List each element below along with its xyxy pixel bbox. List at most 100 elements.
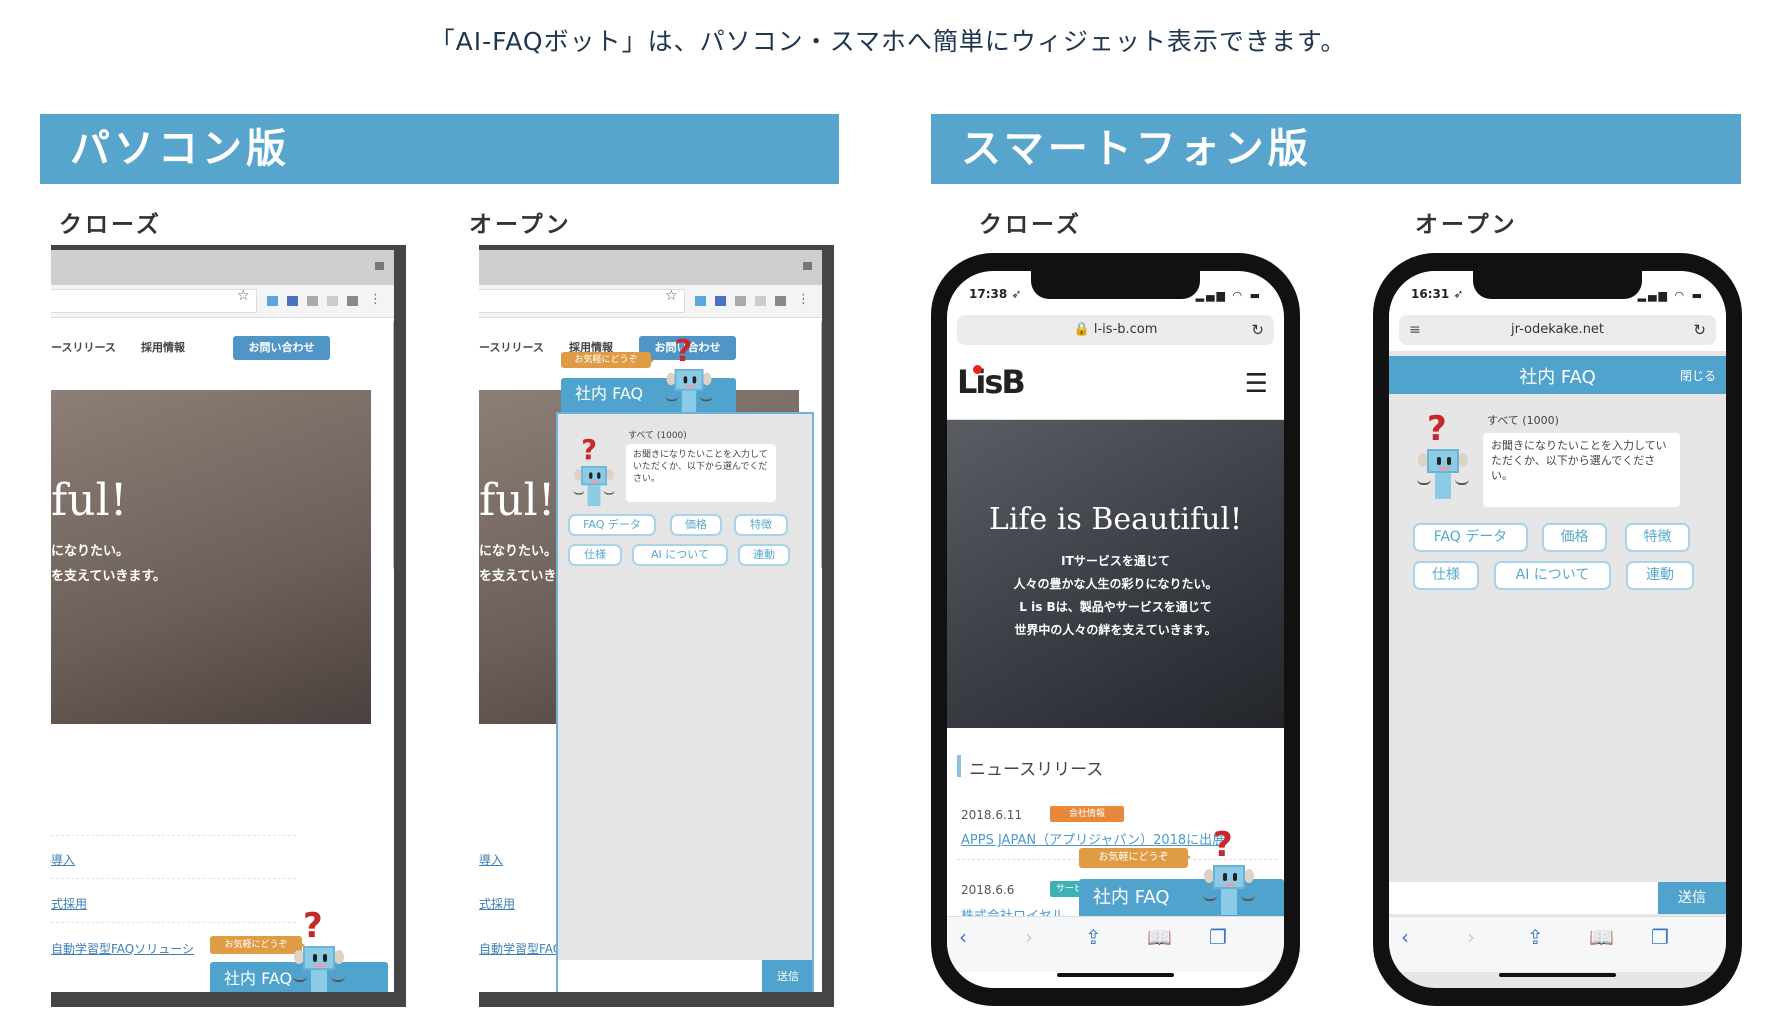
browser-toolbar: ☆ ⋮ <box>51 285 394 318</box>
tabs-icon[interactable]: ❐ <box>1209 925 1227 949</box>
list-item[interactable]: 自動学習型FAQソリューシ <box>51 940 194 957</box>
robot-mascot-icon[interactable]: ? <box>662 333 716 414</box>
address-bar[interactable]: 🔒 l-is-b.com ↻ <box>957 315 1274 345</box>
reload-icon[interactable]: ↻ <box>1251 315 1264 345</box>
bot-message: お聞きになりたいことを入力していただくか、以下から選んでください。 <box>1483 433 1680 507</box>
browser-toolbar: ☆ ⋮ <box>479 285 822 318</box>
signal-wifi-battery-icon: ▂▄▆ ◠ ▬ <box>1195 289 1262 302</box>
url-text: 🔒 l-is-b.com <box>1073 322 1158 337</box>
send-button[interactable]: 送信 <box>1658 882 1726 914</box>
share-icon[interactable]: ⇪ <box>1527 925 1544 949</box>
back-icon[interactable]: ‹ <box>1401 925 1409 949</box>
extension-icon[interactable] <box>287 296 298 306</box>
hero-title: ful! <box>479 475 556 526</box>
news-tag: 会社情報 <box>1050 806 1124 822</box>
home-indicator[interactable] <box>1499 973 1616 977</box>
robot-mascot-icon[interactable]: ? <box>289 906 349 992</box>
question-input[interactable] <box>558 960 762 992</box>
list-item[interactable]: 導入 <box>51 851 75 868</box>
browser-tab-bar <box>51 250 394 285</box>
reload-icon[interactable]: ↻ <box>1693 315 1706 345</box>
news-date: 2018.6.6 <box>961 883 1015 897</box>
reader-icon[interactable]: ≡ <box>1409 315 1421 345</box>
bot-message: お聞きになりたいことを入力していただくか、以下から選んでください。 <box>626 444 776 502</box>
chip-about-ai[interactable]: AI について <box>1494 561 1611 590</box>
chip-about-ai[interactable]: AI について <box>632 544 728 566</box>
cast-icon[interactable] <box>735 296 746 306</box>
welcome-bubble: お気軽にどうぞ <box>1079 848 1191 868</box>
pc-section-header: パソコン版 <box>40 114 839 184</box>
send-button[interactable]: 送信 <box>762 960 812 992</box>
faq-count: すべて (1000) <box>1487 414 1559 427</box>
status-time: 17:38 ➶ <box>969 287 1022 301</box>
list-item[interactable]: 導入 <box>479 851 503 868</box>
chip-spec[interactable]: 仕様 <box>1413 561 1479 590</box>
extension-icon[interactable] <box>695 296 706 306</box>
phone-closed: 17:38 ➶ ▂▄▆ ◠ ▬ 🔒 l-is-b.com ↻ LisB ☰ Lif… <box>931 253 1300 1006</box>
hero-line: になりたい。 <box>479 544 558 559</box>
window-button-icon[interactable] <box>375 262 384 270</box>
faq-widget-panel: ? すべて (1000) お聞きになりたいことを入力していただくか、以下から選ん… <box>556 412 814 992</box>
sp-open-label: オープン <box>1415 212 1518 238</box>
logo-dot <box>973 365 982 374</box>
extension-icon[interactable] <box>327 296 338 306</box>
extension-icon[interactable] <box>755 296 766 306</box>
close-button[interactable]: 閉じる <box>1680 367 1716 384</box>
chip-integration[interactable]: 連動 <box>1626 561 1694 590</box>
status-time: 16:31 ➶ <box>1411 287 1464 301</box>
bookmark-star-icon[interactable]: ☆ <box>665 288 678 304</box>
nav-news[interactable]: ースリリース <box>479 339 544 355</box>
hero-line: を支えていきます。 <box>51 569 167 584</box>
chip-faq-data[interactable]: FAQ データ <box>1413 523 1528 552</box>
nav-news[interactable]: ースリリース <box>51 339 116 355</box>
share-icon[interactable]: ⇪ <box>1085 925 1102 949</box>
window-button-icon[interactable] <box>803 262 812 270</box>
extension-icon[interactable] <box>775 296 786 306</box>
scrollbar[interactable] <box>393 320 394 570</box>
list-item[interactable]: 式採用 <box>51 895 87 912</box>
contact-button[interactable]: お問い合わせ <box>233 336 330 360</box>
news-date: 2018.6.11 <box>961 808 1023 822</box>
bookmark-star-icon[interactable]: ☆ <box>237 288 250 304</box>
menu-dots-icon[interactable]: ⋮ <box>369 292 382 307</box>
list-item[interactable]: 式採用 <box>479 895 515 912</box>
page-title: 「AI-FAQボット」は、パソコン・スマホへ簡単にウィジェット表示できます。 <box>429 27 1347 56</box>
address-bar[interactable] <box>51 289 257 313</box>
chip-spec[interactable]: 仕様 <box>568 544 622 566</box>
pc-browser-open: ☆ ⋮ ースリリース 採用情報 お問い合わせ ful! になりたい。 を支えてい… <box>479 245 834 1007</box>
extension-icon[interactable] <box>267 296 278 306</box>
menu-dots-icon[interactable]: ⋮ <box>797 292 810 307</box>
hamburger-menu-icon[interactable]: ☰ <box>1245 369 1268 399</box>
sp-close-label: クローズ <box>979 212 1082 238</box>
back-icon[interactable]: ‹ <box>959 925 967 949</box>
forward-icon[interactable]: › <box>1467 925 1475 949</box>
tabs-icon[interactable]: ❐ <box>1651 925 1669 949</box>
bookmarks-icon[interactable]: 📖 <box>1147 925 1172 949</box>
extension-icon[interactable] <box>715 296 726 306</box>
extension-icon[interactable] <box>347 296 358 306</box>
chip-features[interactable]: 特徴 <box>1625 523 1690 552</box>
forward-icon[interactable]: › <box>1025 925 1033 949</box>
signal-wifi-battery-icon: ▂▄▆ ◠ ▬ <box>1637 289 1704 302</box>
chip-integration[interactable]: 連動 <box>738 544 790 566</box>
chip-price[interactable]: 価格 <box>1542 523 1607 552</box>
lisb-logo[interactable]: LisB <box>957 363 1026 401</box>
address-bar[interactable] <box>479 289 685 313</box>
chip-price[interactable]: 価格 <box>670 514 722 536</box>
chip-faq-data[interactable]: FAQ データ <box>568 514 656 536</box>
chip-features[interactable]: 特徴 <box>734 514 788 536</box>
safari-toolbar: ‹ › ⇪ 📖 ❐ <box>947 916 1284 972</box>
question-input[interactable] <box>1389 882 1658 914</box>
robot-mascot-icon[interactable]: ? <box>1199 825 1259 915</box>
home-indicator[interactable] <box>1057 973 1174 977</box>
phone-notch <box>1031 271 1200 299</box>
faq-count: すべて (1000) <box>628 431 687 441</box>
news-link[interactable]: APPS JAPAN（アプリジャパン）2018に出展 <box>961 829 1225 848</box>
address-bar[interactable]: ≡ jr-odekake.net ↻ <box>1399 315 1716 345</box>
scrollbar[interactable] <box>821 320 822 570</box>
nav-recruit[interactable]: 採用情報 <box>141 339 185 355</box>
cast-icon[interactable] <box>307 296 318 306</box>
robot-mascot-icon: ? <box>570 434 618 506</box>
bookmarks-icon[interactable]: 📖 <box>1589 925 1614 949</box>
phone-open: 16:31 ➶ ▂▄▆ ◠ ▬ ≡ jr-odekake.net ↻ 社内 FAQ … <box>1373 253 1742 1006</box>
